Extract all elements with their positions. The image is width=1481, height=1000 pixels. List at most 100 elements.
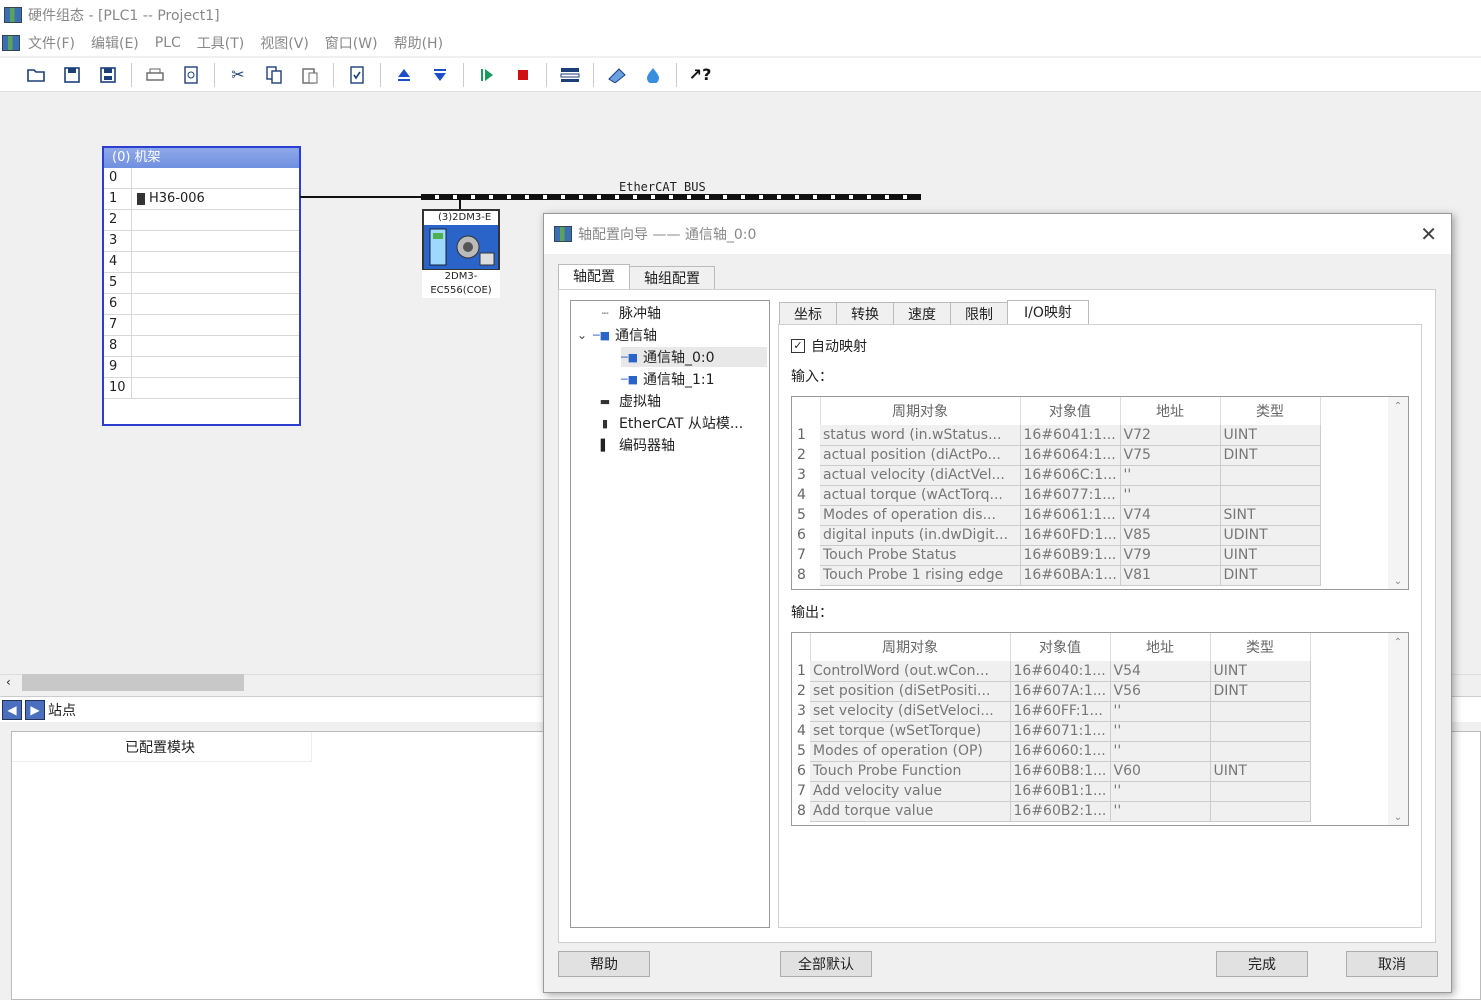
- table-cell[interactable]: UINT: [1210, 661, 1311, 682]
- column-header[interactable]: 类型: [1210, 633, 1311, 661]
- tab-axis-group-config[interactable]: 轴组配置: [629, 266, 715, 290]
- table-cell[interactable]: DINT: [1220, 445, 1321, 466]
- run-icon[interactable]: [475, 63, 499, 87]
- tree-item-encoder-axis[interactable]: ▌ 编码器轴: [597, 435, 675, 455]
- subtab-conversion[interactable]: 转换: [836, 302, 894, 326]
- menu-tools[interactable]: 工具(T): [197, 33, 244, 53]
- table-cell[interactable]: [1210, 801, 1311, 822]
- rack-slot-row[interactable]: 9: [104, 357, 299, 378]
- output-scrollbar[interactable]: ⌃ ⌄: [1388, 633, 1408, 825]
- table-cell[interactable]: 16#6061:1...: [1020, 505, 1121, 526]
- column-header[interactable]: 对象值: [1010, 633, 1111, 661]
- input-grid[interactable]: 周期对象 对象值 地址 类型 1 status word (in.wStatus... 16…: [791, 396, 1409, 590]
- table-cell[interactable]: digital inputs (in.dwDigit...: [820, 525, 1021, 546]
- menu-file[interactable]: 文件(F): [28, 33, 75, 53]
- rack-slot-row[interactable]: 7: [104, 315, 299, 336]
- table-cell[interactable]: DINT: [1210, 681, 1311, 702]
- table-cell[interactable]: 16#6064:1...: [1020, 445, 1121, 466]
- column-header[interactable]: 类型: [1220, 397, 1321, 425]
- table-cell[interactable]: V79: [1120, 545, 1221, 566]
- table-row[interactable]: 2 actual position (diActPo... 16#6064:1...…: [792, 445, 1321, 466]
- table-cell[interactable]: 16#60B2:1...: [1010, 801, 1111, 822]
- table-row[interactable]: 1 status word (in.wStatus... 16#6041:1... V…: [792, 425, 1321, 446]
- tree-item-comm-axis-1[interactable]: ─■ 通信轴_1:1: [621, 369, 715, 389]
- cancel-button[interactable]: 取消: [1346, 951, 1438, 977]
- cut-icon[interactable]: ✂: [226, 63, 250, 87]
- column-header[interactable]: 周期对象: [810, 633, 1011, 661]
- table-row[interactable]: 7 Add velocity value 16#60B1:1... '': [792, 781, 1311, 802]
- column-header[interactable]: 地址: [1120, 397, 1221, 425]
- table-row[interactable]: 8 Touch Probe 1 rising edge 16#60BA:1... V8…: [792, 565, 1321, 586]
- close-icon[interactable]: ✕: [1420, 222, 1437, 246]
- table-cell[interactable]: 16#60BA:1...: [1020, 565, 1121, 586]
- canvas-scroll-thumb[interactable]: [22, 674, 244, 691]
- slot-module[interactable]: [132, 252, 299, 272]
- table-row[interactable]: 5 Modes of operation (OP) 16#6060:1... '': [792, 741, 1311, 762]
- subtab-io-mapping[interactable]: I/O映射: [1007, 300, 1089, 326]
- slot-module[interactable]: [132, 294, 299, 314]
- table-cell[interactable]: '': [1110, 741, 1211, 762]
- save-all-icon[interactable]: [96, 63, 120, 87]
- table-cell[interactable]: '': [1120, 485, 1221, 506]
- table-cell[interactable]: set torque (wSetTorque): [810, 721, 1011, 742]
- table-cell[interactable]: [1210, 781, 1311, 802]
- table-cell[interactable]: 16#6077:1...: [1020, 485, 1121, 506]
- table-cell[interactable]: UINT: [1220, 425, 1321, 446]
- table-cell[interactable]: V74: [1120, 505, 1221, 526]
- subtab-coordinate[interactable]: 坐标: [779, 302, 837, 326]
- table-cell[interactable]: actual position (diActPo...: [820, 445, 1021, 466]
- slot-module[interactable]: [132, 336, 299, 356]
- slot-module[interactable]: [132, 168, 299, 188]
- table-cell[interactable]: '': [1120, 465, 1221, 486]
- table-cell[interactable]: 16#60FD:1...: [1020, 525, 1121, 546]
- table-cell[interactable]: UDINT: [1220, 525, 1321, 546]
- table-cell[interactable]: DINT: [1220, 565, 1321, 586]
- table-cell[interactable]: 16#6071:1...: [1010, 721, 1111, 742]
- forward-arrow-icon[interactable]: ▶: [25, 699, 45, 720]
- table-cell[interactable]: [1210, 701, 1311, 722]
- menu-plc[interactable]: PLC: [155, 35, 181, 51]
- table-cell[interactable]: 16#607A:1...: [1010, 681, 1111, 702]
- table-cell[interactable]: Touch Probe 1 rising edge: [820, 565, 1021, 586]
- table-cell[interactable]: '': [1110, 781, 1211, 802]
- table-cell[interactable]: '': [1110, 801, 1211, 822]
- table-row[interactable]: 5 Modes of operation dis... 16#6061:1... V7…: [792, 505, 1321, 526]
- table-row[interactable]: 4 actual torque (wActTorq... 16#6077:1... '…: [792, 485, 1321, 506]
- column-header[interactable]: 对象值: [1020, 397, 1121, 425]
- table-cell[interactable]: V54: [1110, 661, 1211, 682]
- output-grid[interactable]: 周期对象 对象值 地址 类型 1 ControlWord (out.wCon... 16#6…: [791, 632, 1409, 826]
- table-row[interactable]: 6 digital inputs (in.dwDigit... 16#60FD:1.…: [792, 525, 1321, 546]
- table-row[interactable]: 3 set velocity (diSetVeloci... 16#60FF:1..…: [792, 701, 1311, 722]
- finish-button[interactable]: 完成: [1216, 951, 1308, 977]
- table-row[interactable]: 6 Touch Probe Function 16#60B8:1... V60 UINT: [792, 761, 1311, 782]
- rack-slot-row[interactable]: 4: [104, 252, 299, 273]
- menu-help[interactable]: 帮助(H): [394, 33, 443, 53]
- table-row[interactable]: 7 Touch Probe Status 16#60B9:1... V79 UINT: [792, 545, 1321, 566]
- table-cell[interactable]: Touch Probe Status: [820, 545, 1021, 566]
- table-cell[interactable]: UINT: [1220, 545, 1321, 566]
- check-icon[interactable]: [345, 63, 369, 87]
- rack-slot-row[interactable]: 3: [104, 231, 299, 252]
- slot-module[interactable]: [132, 315, 299, 335]
- ethercat-bus[interactable]: [421, 194, 921, 200]
- context-help-icon[interactable]: ↗?: [688, 63, 712, 87]
- slot-module[interactable]: [132, 378, 299, 398]
- table-cell[interactable]: Touch Probe Function: [810, 761, 1011, 782]
- tree-item-virtual-axis[interactable]: ▬ 虚拟轴: [597, 391, 661, 411]
- table-cell[interactable]: '': [1110, 701, 1211, 722]
- help-button[interactable]: 帮助: [558, 951, 650, 977]
- tree-item-pulse-axis[interactable]: ┈ 脉冲轴: [597, 303, 661, 323]
- rack-slot-row[interactable]: 5: [104, 273, 299, 294]
- rack[interactable]: (0) 机架 0 1 H36-006 2 3 4 5 6 7 8 9 10: [102, 146, 301, 426]
- menu-app-icon[interactable]: [2, 35, 20, 51]
- table-cell[interactable]: Modes of operation (OP): [810, 741, 1011, 762]
- menu-edit[interactable]: 编辑(E): [91, 33, 139, 53]
- menu-view[interactable]: 视图(V): [260, 33, 309, 53]
- subtab-limit[interactable]: 限制: [950, 302, 1008, 326]
- table-cell[interactable]: '': [1110, 721, 1211, 742]
- save-icon[interactable]: [60, 63, 84, 87]
- table-cell[interactable]: 16#6040:1...: [1010, 661, 1111, 682]
- table-cell[interactable]: ControlWord (out.wCon...: [810, 661, 1011, 682]
- drive-module[interactable]: (3)2DM3-E: [422, 209, 500, 271]
- config-icon[interactable]: [605, 63, 629, 87]
